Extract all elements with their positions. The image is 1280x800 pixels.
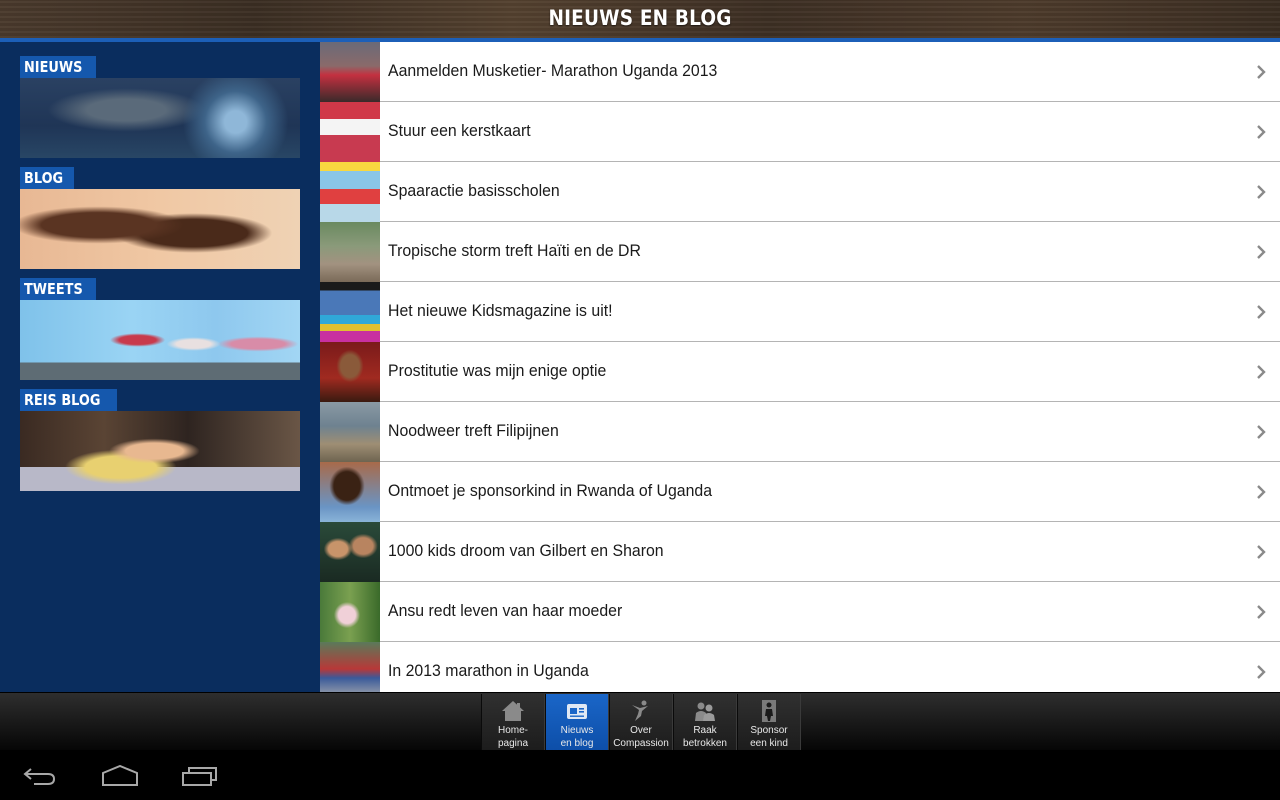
- chevron-right-icon: [1246, 184, 1276, 200]
- chevron-right-icon: [1246, 124, 1276, 140]
- list-item[interactable]: Prostitutie was mijn enige optie: [320, 341, 1280, 402]
- chevron-right-icon: [1246, 364, 1276, 380]
- sidebar-item-label: BLOG: [20, 167, 74, 189]
- tab-over-compassion[interactable]: Over Compassion: [609, 694, 673, 751]
- thumbnail: [320, 221, 380, 282]
- list-item-title: Prostitutie was mijn enige optie: [388, 362, 607, 380]
- reis-blog-image: [20, 411, 300, 491]
- chevron-right-icon: [1246, 64, 1276, 80]
- chevron-right-icon: [1246, 604, 1276, 620]
- recent-apps-icon[interactable]: [176, 762, 224, 790]
- chevron-right-icon: [1246, 664, 1276, 680]
- thumbnail: [320, 42, 380, 102]
- list-item-title: Tropische storm treft Haïti en de DR: [388, 242, 641, 260]
- tab-label: Nieuws en blog: [560, 725, 594, 749]
- child-icon: [756, 699, 782, 723]
- list-item[interactable]: Aanmelden Musketier- Marathon Uganda 201…: [320, 42, 1280, 102]
- tab-label: Sponsor een kind: [750, 725, 788, 749]
- thumbnail: [320, 461, 380, 522]
- page-title: NIEUWS EN BLOG: [548, 6, 732, 30]
- chevron-right-icon: [1246, 244, 1276, 260]
- people-icon: [692, 699, 718, 723]
- sidebar-item-label: TWEETS: [20, 278, 97, 300]
- sidebar-item-label: REIS BLOG: [20, 389, 117, 411]
- newspaper-icon: [564, 699, 590, 723]
- sidebar-item-reis-blog[interactable]: REIS BLOG: [20, 389, 300, 491]
- thumbnail: [320, 161, 380, 222]
- thumbnail: [320, 281, 380, 342]
- sidebar-item-tweets[interactable]: TWEETS: [20, 278, 300, 380]
- sidebar-item-label: NIEUWS: [20, 56, 96, 78]
- list-item-title: Ansu redt leven van haar moeder: [388, 602, 623, 620]
- thumbnail: [320, 341, 380, 402]
- tab-label: Over Compassion: [613, 725, 669, 749]
- android-nav-bar: [0, 750, 1280, 800]
- list-item-title: Het nieuwe Kidsmagazine is uit!: [388, 302, 613, 320]
- tab-label: Raak betrokken: [683, 725, 727, 749]
- tab-label: Home- pagina: [497, 725, 529, 749]
- nieuws-image: [20, 78, 300, 158]
- list-item[interactable]: Noodweer treft Filipijnen: [320, 401, 1280, 462]
- thumbnail: [320, 581, 380, 642]
- sidebar-item-blog[interactable]: BLOG: [20, 167, 300, 269]
- chevron-right-icon: [1246, 304, 1276, 320]
- tab-sponsor-een-kind[interactable]: Sponsor een kind: [737, 694, 801, 751]
- list-item-title: Stuur een kerstkaart: [388, 122, 531, 140]
- jumping-person-icon: [628, 699, 654, 723]
- chevron-right-icon: [1246, 484, 1276, 500]
- thumbnail: [320, 521, 380, 582]
- list-item[interactable]: 1000 kids droom van Gilbert en Sharon: [320, 521, 1280, 582]
- list-item-title: Spaaractie basisscholen: [388, 182, 560, 200]
- list-item[interactable]: Spaaractie basisscholen: [320, 161, 1280, 222]
- list-item[interactable]: Stuur een kerstkaart: [320, 101, 1280, 162]
- chevron-right-icon: [1246, 424, 1276, 440]
- tab-nieuws-en-blog[interactable]: Nieuws en blog: [545, 694, 609, 751]
- list-item[interactable]: Ontmoet je sponsorkind in Rwanda of Ugan…: [320, 461, 1280, 522]
- tweets-image: [20, 300, 300, 380]
- app-header: NIEUWS EN BLOG: [0, 0, 1280, 42]
- list-item[interactable]: Ansu redt leven van haar moeder: [320, 581, 1280, 642]
- sidebar: NIEUWS BLOG TWEETS REIS BLOG: [0, 42, 320, 692]
- thumbnail: [320, 401, 380, 462]
- tab-bar: Home- pagina Nieuws en blog Over Compass…: [0, 692, 1280, 751]
- news-list[interactable]: Aanmelden Musketier- Marathon Uganda 201…: [320, 42, 1280, 692]
- back-icon[interactable]: [16, 762, 64, 790]
- sidebar-item-nieuws[interactable]: NIEUWS: [20, 56, 300, 158]
- list-item[interactable]: In 2013 marathon in Uganda: [320, 641, 1280, 692]
- tab-raak-betrokken[interactable]: Raak betrokken: [673, 694, 737, 751]
- home-icon: [500, 699, 526, 723]
- chevron-right-icon: [1246, 544, 1276, 560]
- tab-homepagina[interactable]: Home- pagina: [481, 694, 545, 751]
- list-item-title: 1000 kids droom van Gilbert en Sharon: [388, 542, 664, 560]
- thumbnail: [320, 641, 380, 692]
- list-item-title: Ontmoet je sponsorkind in Rwanda of Ugan…: [388, 482, 713, 500]
- list-item-title: Aanmelden Musketier- Marathon Uganda 201…: [388, 62, 718, 80]
- blog-image: [20, 189, 300, 269]
- list-item-title: Noodweer treft Filipijnen: [388, 422, 559, 440]
- list-item[interactable]: Tropische storm treft Haïti en de DR: [320, 221, 1280, 282]
- list-item-title: In 2013 marathon in Uganda: [388, 662, 589, 680]
- thumbnail: [320, 101, 380, 162]
- list-item[interactable]: Het nieuwe Kidsmagazine is uit!: [320, 281, 1280, 342]
- home-icon[interactable]: [96, 762, 144, 790]
